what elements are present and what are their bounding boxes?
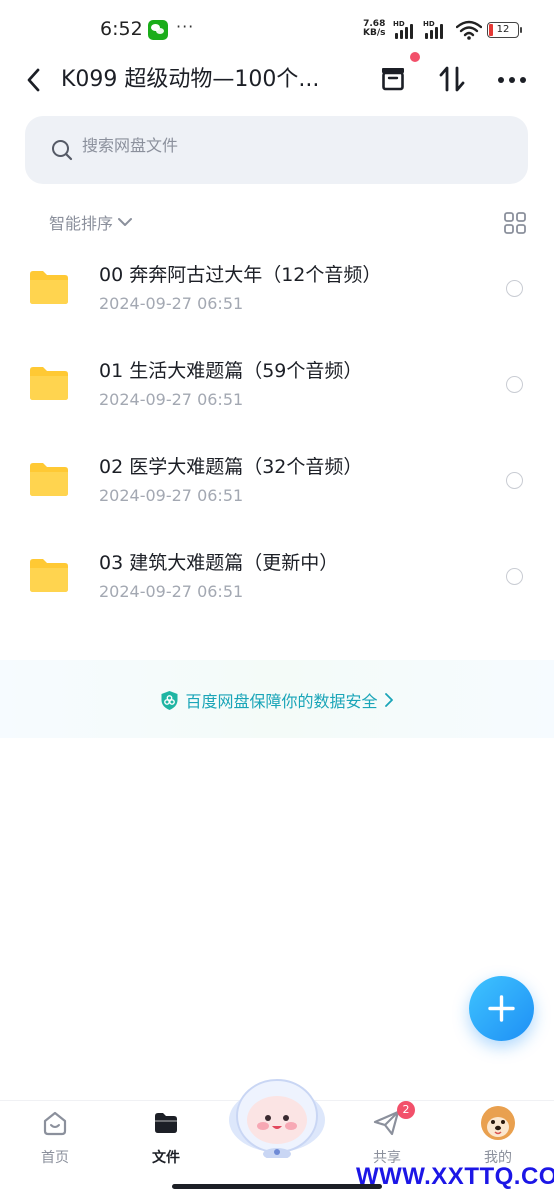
search-icon [52,140,73,161]
share-badge: 2 [397,1101,415,1119]
grid-view-icon[interactable] [503,211,527,235]
select-checkbox[interactable] [506,280,523,297]
back-icon[interactable] [22,66,46,94]
watermark-text: WWW.XXTTQ.COM [356,1163,554,1190]
signal-icon: HD [393,20,419,39]
shield-icon [161,690,178,710]
nav-files-label: 文件 [152,1150,180,1166]
folder-icon [30,559,68,592]
signal-hd-label: HD [393,20,405,28]
folder-date: 2024-09-27 06:51 [99,486,244,505]
status-time: 6:52 [100,18,143,40]
plus-icon [488,995,515,1022]
security-banner: 百度网盘保障你的数据安全 [0,660,554,738]
folder-date: 2024-09-27 06:51 [99,294,244,313]
search-bar[interactable] [25,116,528,184]
battery-level: 12 [496,24,510,35]
battery-icon: 12 [487,22,522,38]
mascot-assistant-icon[interactable] [225,1074,329,1158]
folder-tab-icon [155,1113,177,1133]
nav-files[interactable]: 文件 [121,1101,211,1181]
chevron-down-icon [118,218,133,226]
security-link[interactable]: 百度网盘保障你的数据安全 [0,688,554,712]
search-input[interactable] [82,136,482,155]
folder-date: 2024-09-27 06:51 [99,390,244,409]
add-button[interactable] [469,976,534,1041]
folder-name: 01 生活大难题篇（59个音频） [99,360,363,382]
select-checkbox[interactable] [506,568,523,585]
avatar [481,1106,515,1140]
network-speed: 7.68 KB/s [363,20,385,38]
folder-name: 03 建筑大难题篇（更新中） [99,552,339,574]
folder-date: 2024-09-27 06:51 [99,582,244,601]
status-more-icon: ··· [176,17,195,36]
wifi-icon [456,20,482,40]
more-options-icon[interactable] [496,66,528,94]
select-checkbox[interactable] [506,376,523,393]
network-speed-unit: KB/s [363,28,386,38]
chevron-right-icon [384,693,393,707]
home-indicator [172,1184,382,1189]
folder-name: 02 医学大难题篇（32个音频） [99,456,363,478]
security-text: 百度网盘保障你的数据安全 [185,692,378,711]
archive-icon[interactable] [378,64,408,94]
nav-home-label: 首页 [41,1150,69,1166]
nav-home[interactable]: 首页 [10,1101,100,1181]
page-title: K099 超级动物—100个... [61,67,320,92]
folder-row[interactable]: 02 医学大难题篇（32个音频） 2024-09-27 06:51 [0,432,554,528]
folder-row[interactable]: 03 建筑大难题篇（更新中） 2024-09-27 06:51 [0,528,554,624]
transfer-icon[interactable] [438,64,466,94]
folder-icon [30,463,68,496]
notification-dot [410,52,420,62]
signal-icon-2: HD [423,20,449,39]
folder-icon [30,271,68,304]
status-bar: 6:52 ··· 7.68 KB/s HD HD 12 [0,0,554,60]
select-checkbox[interactable] [506,472,523,489]
signal-hd-label-2: HD [423,20,435,28]
home-icon [43,1111,67,1136]
folder-name: 00 奔奔阿古过大年（12个音频） [99,264,382,286]
folder-icon [30,367,68,400]
folder-row[interactable]: 01 生活大难题篇（59个音频） 2024-09-27 06:51 [0,336,554,432]
sort-dropdown[interactable]: 智能排序 [49,210,133,234]
sort-label: 智能排序 [49,214,114,233]
folder-row[interactable]: 00 奔奔阿古过大年（12个音频） 2024-09-27 06:51 [0,240,554,336]
wechat-icon [148,20,168,40]
